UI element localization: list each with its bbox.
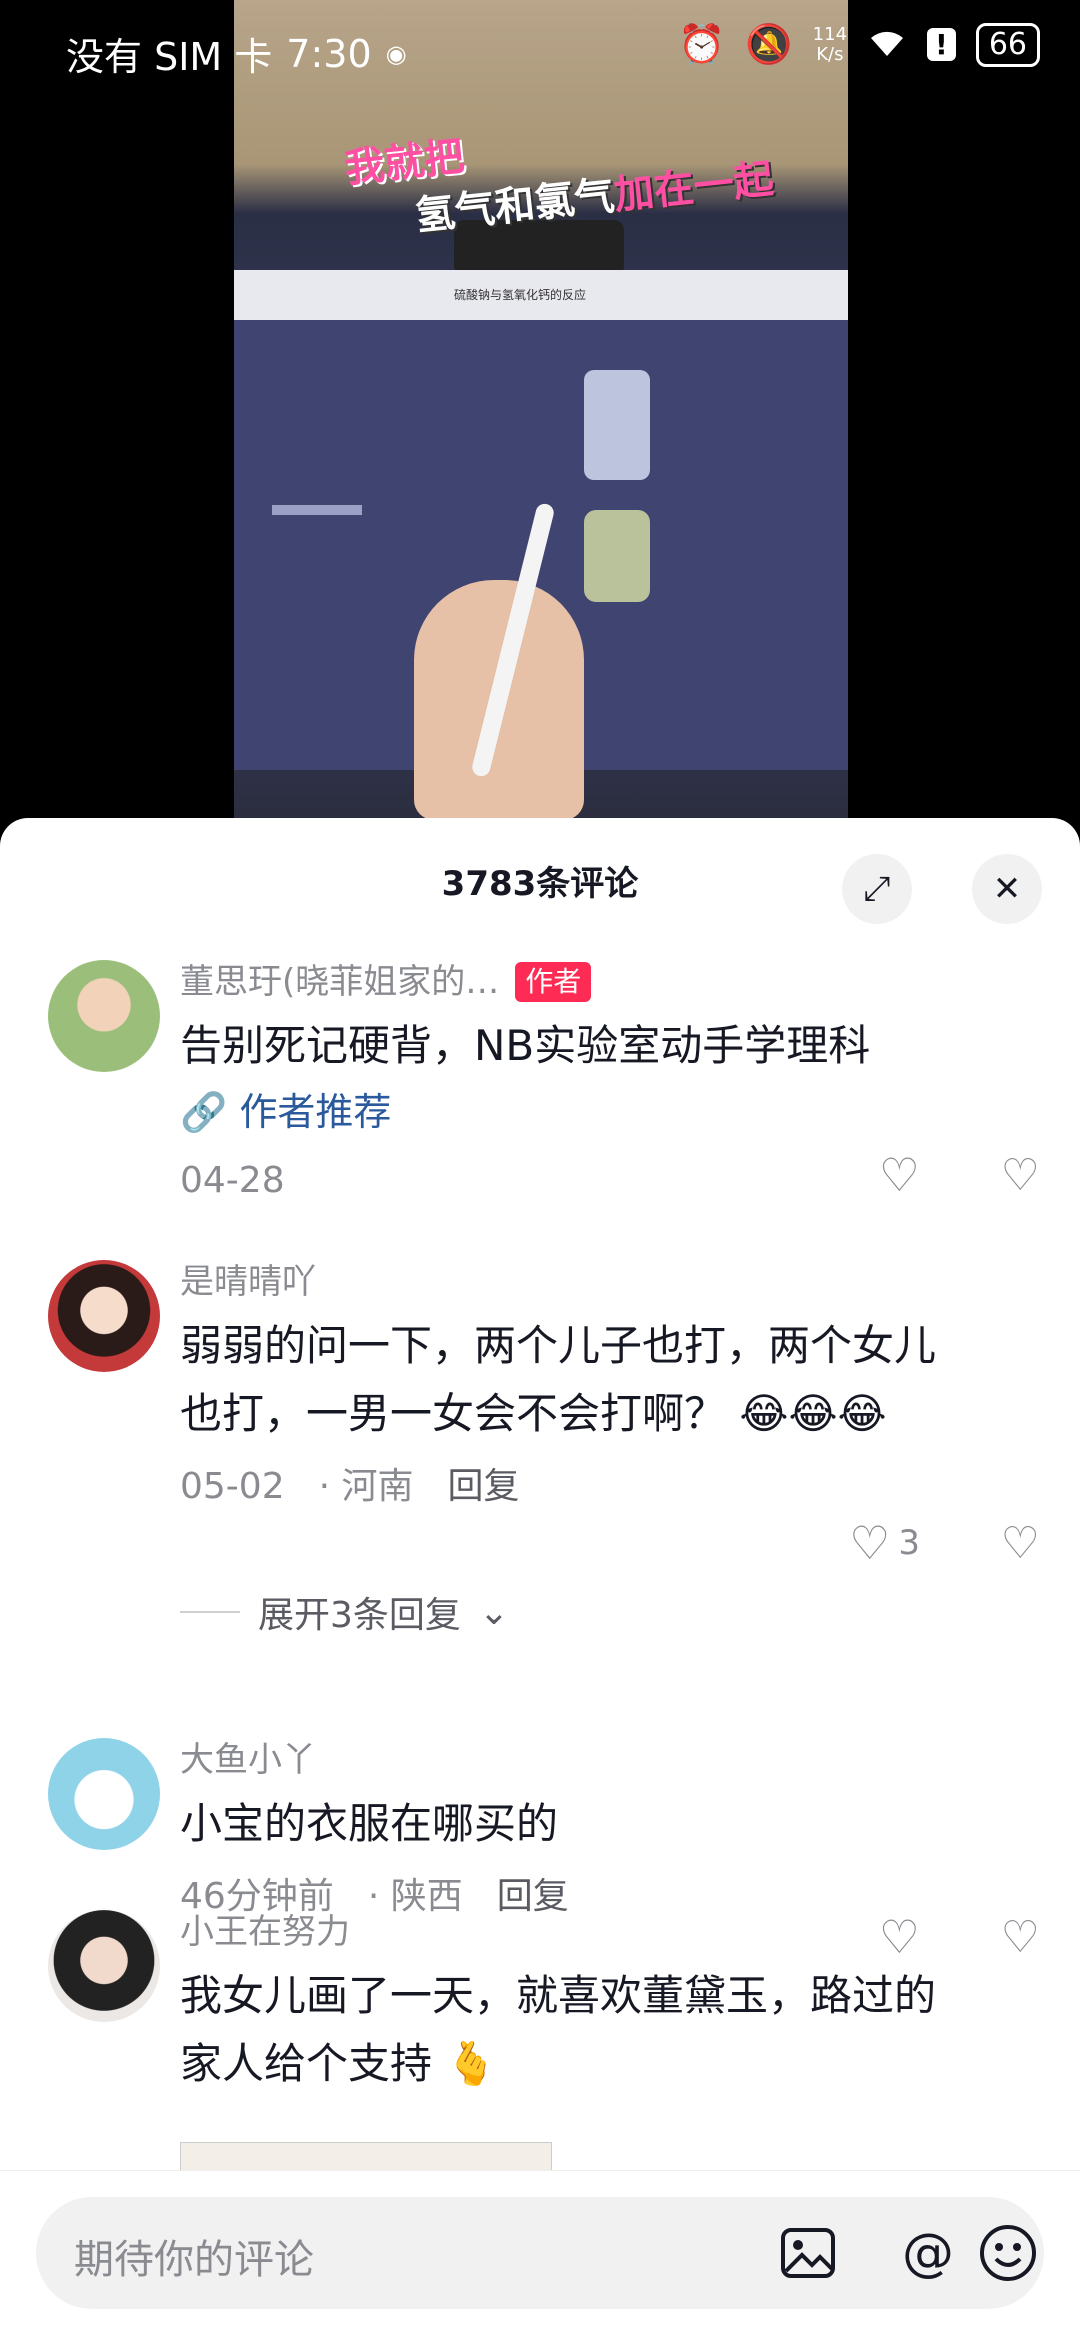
heart-icon: ♡ <box>849 1516 891 1570</box>
comment-input-placeholder: 期待你的评论 <box>74 2237 314 2283</box>
comment-input-bar: 期待你的评论 @ <box>0 2170 1080 2341</box>
reply-button[interactable]: 回复 <box>448 1462 520 1512</box>
alert-icon: ! <box>927 28 956 61</box>
comment-date: 05-02 <box>180 1466 285 1507</box>
dislike-button[interactable]: ♡ <box>920 1518 1040 1569</box>
expand-icon: ⤢ <box>863 869 891 909</box>
avatar[interactable] <box>48 1738 160 1850</box>
image-icon[interactable] <box>774 2219 842 2287</box>
network-speed: 114 K/s <box>812 23 848 65</box>
sim-status: 没有 SIM 卡 <box>66 35 273 79</box>
finger-heart-emoji: 🫰 <box>445 2039 498 2088</box>
link-icon: 🔗 <box>180 1090 228 1134</box>
comment-item: 是晴晴吖 弱弱的问一下，两个儿子也打，两个女儿 也打，一男一女会不会打啊？ 😂😂… <box>0 1260 1080 1570</box>
like-count: 3 <box>898 1523 920 1563</box>
comments-count-title: 3783条评论 <box>441 864 639 904</box>
author-badge: 作者 <box>515 962 592 1002</box>
mute-icon: 🔕 <box>745 22 793 66</box>
close-button[interactable]: ✕ <box>972 854 1042 924</box>
battery-indicator: 66 <box>975 22 1040 67</box>
divider-line <box>180 1611 240 1613</box>
shelf-shape <box>272 505 362 515</box>
comment-text: 弱弱的问一下，两个儿子也打，两个女儿 也打，一男一女会不会打啊？ 😂😂😂 <box>180 1321 937 1438</box>
comment-item: 董思玗(晓菲姐家的… 作者 告别死记硬背，NB实验室动手学理科 🔗 作者推荐 0… <box>0 960 1080 1202</box>
avatar[interactable] <box>48 960 160 1072</box>
author-recommend-link[interactable]: 🔗 作者推荐 <box>180 1082 1040 1142</box>
comment-username[interactable]: 是晴晴吖 <box>180 1260 316 1304</box>
comment-input[interactable]: 期待你的评论 @ <box>36 2197 1044 2309</box>
comment-text: 我女儿画了一天，就喜欢董黛玉，路过的 家人给个支持 🫰 <box>180 1971 937 2088</box>
broken-heart-icon: ♡ <box>1000 1517 1040 1569</box>
comment-date: 04-28 <box>180 1160 285 1201</box>
avatar[interactable] <box>48 1260 160 1372</box>
close-icon: ✕ <box>992 869 1022 909</box>
alarm-icon: ⏰ <box>678 22 726 66</box>
board-title: 硫酸钠与氢氧化钙的反应 <box>454 288 587 302</box>
flask-bottom <box>584 510 650 602</box>
emoji-icon[interactable] <box>974 2219 1042 2287</box>
dislike-button[interactable]: ♡ <box>920 1150 1040 1201</box>
comment-username[interactable]: 小王在努力 <box>180 1910 350 1954</box>
comment-text: 小宝的衣服在哪买的 <box>180 1799 559 1848</box>
at-icon[interactable]: @ <box>894 2219 962 2287</box>
comment-item: 小王在努力 我女儿画了一天，就喜欢董黛玉，路过的 家人给个支持 🫰 <box>0 1910 1080 2203</box>
avatar[interactable] <box>48 1910 160 2022</box>
expand-replies-button[interactable]: 展开3条回复 ⌄ <box>180 1586 509 1638</box>
clock: 7:30 <box>286 31 372 76</box>
crying-laughing-emoji: 😂😂😂 <box>739 1389 887 1438</box>
like-button[interactable]: ♡ <box>800 1148 920 1202</box>
comments-sheet: 3783条评论 ⤢ ✕ 董思玗(晓菲姐家的… 作者 告别死记硬背，NB实验室动手… <box>0 818 1080 2340</box>
flask-top <box>584 370 650 480</box>
comment-username[interactable]: 大鱼小丫 <box>180 1738 316 1782</box>
chevron-down-icon: ⌄ <box>478 1591 510 1633</box>
heart-icon: ♡ <box>878 1148 920 1202</box>
broken-heart-icon: ♡ <box>1000 1149 1040 1201</box>
comment-username[interactable]: 董思玗(晓菲姐家的… <box>180 960 499 1004</box>
wifi-icon <box>867 23 907 67</box>
comment-text: 告别死记硬背，NB实验室动手学理科 <box>180 1021 871 1070</box>
video-player[interactable]: 硫酸钠与氢氧化钙的反应 我就把 氢气和氯气加在一起 <box>234 0 848 820</box>
notification-icon: ◉ <box>385 39 407 68</box>
like-button[interactable]: ♡ 3 <box>800 1516 920 1570</box>
comment-location: · 河南 <box>318 1466 414 1507</box>
status-bar: 没有 SIM 卡 7:30 ◉ ⏰ 🔕 114 K/s ! 66 <box>0 0 1080 100</box>
expand-button[interactable]: ⤢ <box>842 854 912 924</box>
